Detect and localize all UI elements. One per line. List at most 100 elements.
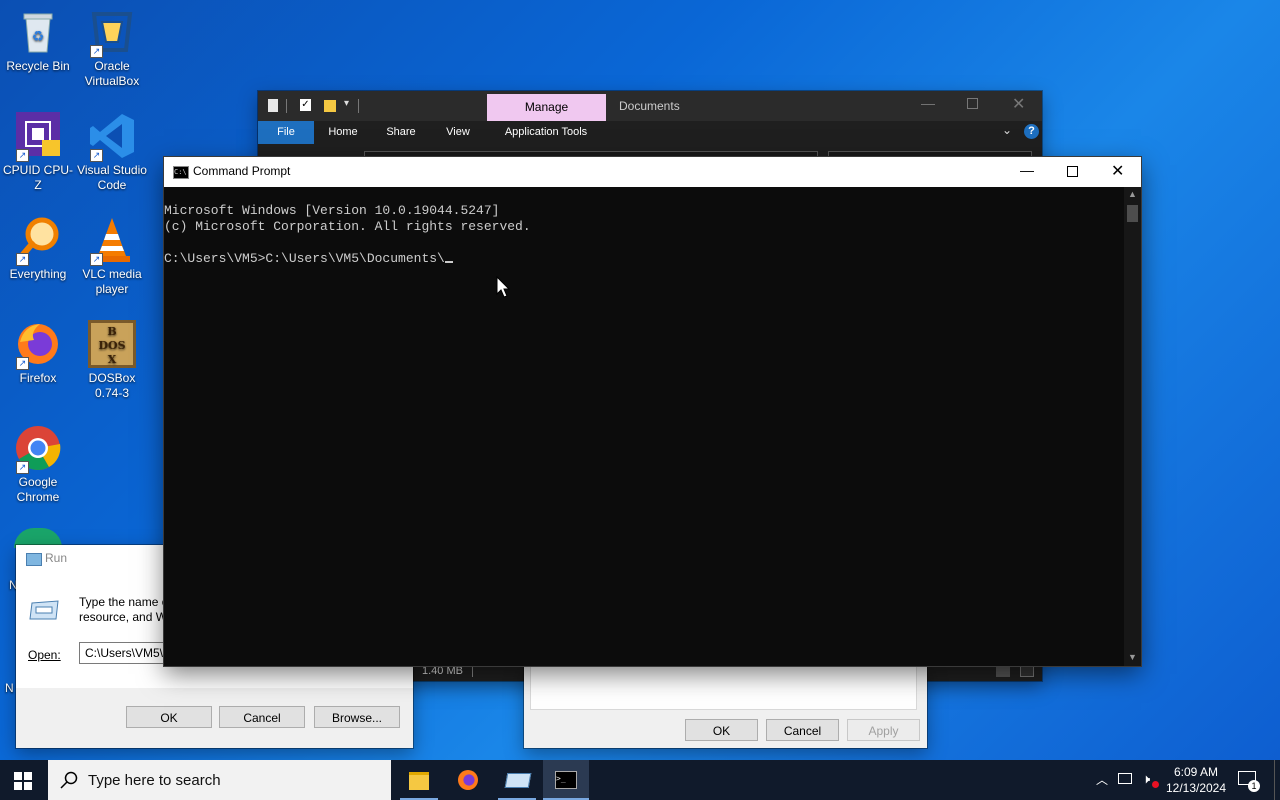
tab-view[interactable]: View (436, 121, 480, 144)
close-button[interactable]: ✕ (1111, 161, 1124, 181)
desktop-icon-recycle-bin[interactable]: ♻ Recycle Bin (0, 8, 76, 74)
everything-search-icon: ↗ (14, 216, 62, 266)
folder-icon (409, 772, 429, 790)
clock-time: 6:09 AM (1173, 765, 1219, 779)
console-output[interactable]: Microsoft Windows [Version 10.0.19044.52… (164, 187, 1122, 299)
console-line: C:\Users\VM5>C:\Users\VM5\Documents\ (164, 251, 445, 266)
desktop-icon-label: Oracle VirtualBox (84, 59, 140, 88)
clock[interactable]: 6:09 AM 12/13/2024 (1164, 764, 1228, 796)
text-cursor (444, 261, 453, 263)
apply-button[interactable]: Apply (847, 719, 920, 741)
desktop-icon-dosbox[interactable]: B DOS X DOSBox 0.74-3 (74, 320, 150, 401)
close-button[interactable]: ✕ (1012, 94, 1025, 114)
windows-start-icon[interactable] (14, 772, 32, 790)
desktop-icon-label: Recycle Bin (6, 59, 70, 73)
cpuz-icon: ↗ (14, 112, 62, 162)
notification-badge: 1 (1248, 780, 1260, 792)
shortcut-arrow-icon: ↗ (90, 149, 103, 162)
minimize-button[interactable]: — (1020, 162, 1034, 178)
help-icon[interactable]: ? (1024, 124, 1039, 139)
tab-application-tools[interactable]: Application Tools (494, 121, 598, 144)
taskbar-command-prompt[interactable]: >_ (543, 760, 589, 800)
desktop-icon-everything[interactable]: ↗ Everything (0, 216, 76, 282)
desktop-icon-chrome[interactable]: ↗ Google Chrome (0, 424, 76, 505)
cancel-button[interactable]: Cancel (219, 706, 305, 728)
scroll-up-arrow-icon[interactable]: ▲ (1128, 189, 1137, 199)
scrollbar-thumb[interactable] (1127, 205, 1138, 222)
desktop-icon-label: Google Chrome (16, 475, 60, 504)
search-icon (60, 771, 78, 794)
taskbar-file-explorer[interactable] (400, 760, 438, 800)
shortcut-arrow-icon: ↗ (16, 253, 29, 266)
chrome-icon: ↗ (14, 424, 62, 474)
volume-muted-icon[interactable]: 🕨 (1142, 771, 1150, 787)
scroll-down-arrow-icon[interactable]: ▼ (1128, 652, 1137, 662)
show-hidden-icons-chevron-icon[interactable]: ︿ (1096, 771, 1108, 788)
divider (286, 99, 287, 113)
tab-home[interactable]: Home (321, 121, 365, 144)
properties-icon[interactable] (268, 99, 278, 112)
ok-button[interactable]: OK (126, 706, 212, 728)
taskbar-search-box[interactable]: Type here to search (48, 760, 391, 800)
mute-badge (1152, 781, 1159, 788)
recycle-bin-icon: ♻ (14, 8, 62, 56)
desktop-icon-cpuz[interactable]: ↗ CPUID CPU-Z (0, 112, 76, 193)
taskbar-firefox[interactable] (449, 760, 487, 800)
cmd-titlebar[interactable]: C:\ Command Prompt — ✕ (164, 157, 1141, 187)
svg-text:DOS: DOS (98, 339, 125, 352)
show-desktop-button[interactable] (1274, 760, 1280, 800)
run-icon (504, 773, 532, 788)
cmd-app-icon: C:\ (173, 166, 189, 179)
customize-quick-access-icon[interactable]: ▾ (344, 98, 349, 109)
desktop-icon-virtualbox[interactable]: ↗ Oracle VirtualBox (74, 8, 150, 89)
properties-content-area (530, 665, 917, 710)
new-folder-icon[interactable] (324, 100, 336, 112)
firefox-icon (458, 770, 478, 790)
svg-text:B: B (107, 325, 116, 338)
firefox-icon: ↗ (14, 320, 62, 370)
run-description-line2: resource, and W (79, 610, 168, 624)
run-description-line1: Type the name o (79, 595, 169, 609)
tab-share[interactable]: Share (379, 121, 423, 144)
shortcut-arrow-icon: ↗ (16, 461, 29, 474)
cmd-icon: >_ (555, 771, 577, 789)
svg-text:X: X (108, 353, 117, 366)
tab-file[interactable]: File (258, 121, 314, 144)
explorer-ribbon: File Home Share View Application Tools ⌄… (258, 121, 1042, 149)
clock-date: 12/13/2024 (1165, 781, 1227, 795)
shortcut-arrow-icon: ↗ (16, 357, 29, 370)
console-line: ​ (164, 235, 1122, 251)
cmd-title: Command Prompt (193, 164, 291, 178)
maximize-button[interactable] (1067, 166, 1078, 177)
checkmark-icon[interactable]: ✓ (300, 99, 311, 111)
run-app-icon (26, 553, 42, 566)
shortcut-arrow-icon: ↗ (90, 253, 103, 266)
console-line: Microsoft Windows [Version 10.0.19044.52… (164, 203, 500, 218)
ribbon-expand-icon[interactable]: ⌄ (1002, 123, 1012, 137)
taskbar: Type here to search >_ ︿ 🕨 6:09 AM 12/13… (0, 760, 1280, 800)
properties-dialog[interactable]: OK Cancel Apply (524, 665, 927, 748)
run-title: Run (45, 551, 68, 565)
taskbar-run[interactable] (498, 760, 536, 800)
search-placeholder: Type here to search (88, 772, 221, 789)
manage-contextual-tab[interactable]: Manage (487, 94, 606, 121)
desktop-icon-label: Firefox (19, 371, 57, 385)
vertical-scrollbar[interactable]: ▲ ▼ (1124, 187, 1141, 666)
browse-button[interactable]: Browse... (314, 706, 400, 728)
run-program-icon (28, 599, 60, 621)
open-label: Open: (28, 648, 61, 662)
ok-button[interactable]: OK (685, 719, 758, 741)
network-icon[interactable] (1118, 773, 1132, 784)
desktop-icon-firefox[interactable]: ↗ Firefox (0, 320, 76, 386)
command-prompt-window[interactable]: C:\ Command Prompt — ✕ Microsoft Windows… (164, 157, 1141, 666)
desktop-icon-label: VLC media player (82, 267, 142, 296)
maximize-button[interactable] (967, 98, 978, 109)
desktop-icon-label: Visual Studio Code (77, 163, 147, 192)
cancel-button[interactable]: Cancel (766, 719, 839, 741)
shortcut-arrow-icon: ↗ (16, 149, 29, 162)
desktop-icon-vlc[interactable]: ↗ VLC media player (74, 216, 150, 297)
desktop-icon-label: CPUID CPU-Z (2, 163, 73, 192)
minimize-button[interactable]: — (921, 95, 935, 111)
explorer-titlebar[interactable]: ✓ ▾ Manage Documents — ✕ (258, 91, 1042, 121)
desktop-icon-vscode[interactable]: ↗ Visual Studio Code (74, 112, 150, 193)
